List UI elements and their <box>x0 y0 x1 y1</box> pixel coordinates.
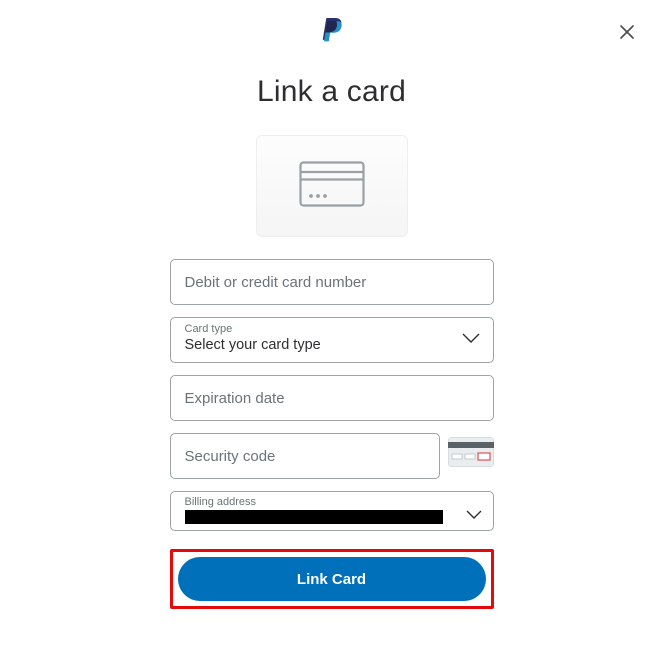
link-card-form: Card type Select your card type <box>170 259 494 609</box>
expiration-input[interactable] <box>171 376 493 420</box>
security-code-hint-icon <box>448 437 494 467</box>
generic-card-icon <box>299 161 365 212</box>
card-type-select[interactable]: Card type Select your card type <box>170 317 494 363</box>
card-type-label: Card type <box>185 323 479 336</box>
paypal-logo <box>0 16 663 51</box>
close-icon <box>619 24 639 40</box>
page-title: Link a card <box>0 75 663 109</box>
card-type-value: Select your card type <box>185 336 479 355</box>
security-row <box>170 433 494 479</box>
link-card-modal: Link a card Card type Select your card t… <box>0 0 663 647</box>
card-number-field-wrap <box>170 259 494 305</box>
submit-highlight: Link Card <box>170 549 494 609</box>
billing-address-value-redacted <box>185 510 443 524</box>
card-preview <box>256 135 408 237</box>
billing-address-label: Billing address <box>185 496 479 509</box>
link-card-button[interactable]: Link Card <box>178 557 486 601</box>
chevron-down-icon <box>465 507 483 525</box>
close-button[interactable] <box>619 22 639 42</box>
security-code-input[interactable] <box>171 434 439 478</box>
card-number-input[interactable] <box>171 260 493 304</box>
expiration-field-wrap <box>170 375 494 421</box>
billing-address-select[interactable]: Billing address <box>170 491 494 531</box>
